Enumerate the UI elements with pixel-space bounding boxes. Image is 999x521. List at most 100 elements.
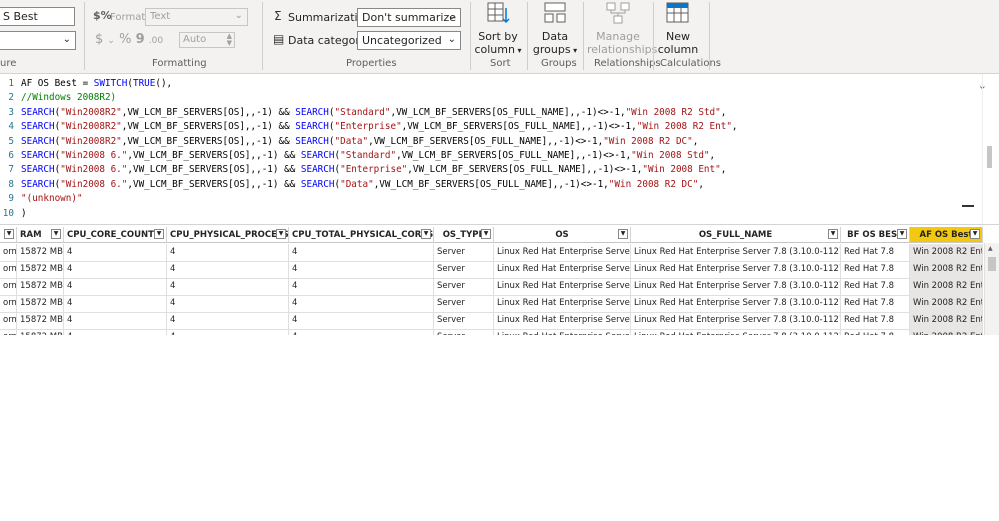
filter-dropdown-icon[interactable]: ▼ <box>897 229 907 239</box>
table-cell[interactable]: 15872 MB <box>17 261 64 278</box>
table-cell[interactable]: 4 <box>167 329 289 335</box>
data-groups-button[interactable]: Data groups ▾ <box>531 2 579 57</box>
table-cell[interactable]: Server <box>434 261 494 278</box>
table-cell[interactable]: 4 <box>289 329 434 335</box>
table-cell[interactable]: Server <box>434 278 494 295</box>
table-cell[interactable]: Red Hat 7.8 <box>841 244 910 261</box>
table-cell[interactable]: Win 2008 R2 Ent <box>910 244 983 261</box>
filter-dropdown-icon[interactable]: ▼ <box>4 229 14 239</box>
table-cell[interactable]: Server <box>434 244 494 261</box>
table-cell[interactable]: Win 2008 R2 Ent <box>910 329 983 335</box>
table-cell[interactable]: Red Hat 7.8 <box>841 261 910 278</box>
table-cell[interactable]: orm <box>0 261 17 278</box>
column-header[interactable]: OS_FULL_NAME ▼ <box>631 227 841 243</box>
formula-line[interactable]: 3 SEARCH("Win2008R2",VW_LCM_BF_SERVERS[OS… <box>0 107 726 121</box>
table-cell[interactable]: Linux Red Hat Enterprise Server 7 <box>494 244 631 261</box>
percent-button[interactable]: % <box>119 32 131 47</box>
table-cell[interactable]: 4 <box>289 295 434 312</box>
format-select[interactable]: Text ⌄ <box>145 8 248 26</box>
table-row[interactable]: orm15872 MB444ServerLinux Red Hat Enterp… <box>0 295 983 313</box>
comma-button[interactable]: 9 <box>136 32 145 47</box>
formula-line[interactable]: 8 SEARCH("Win2008 6.",VW_LCM_BF_SERVERS[O… <box>0 179 704 193</box>
column-name-input[interactable]: S Best <box>0 7 75 26</box>
filter-dropdown-icon[interactable]: ▼ <box>481 229 491 239</box>
table-cell[interactable]: orm <box>0 244 17 261</box>
scrollbar-thumb[interactable] <box>988 257 996 271</box>
formula-line[interactable]: 6 SEARCH("Win2008 6.",VW_LCM_BF_SERVERS[O… <box>0 150 715 164</box>
chevron-down-icon[interactable]: ⌄ <box>107 36 115 46</box>
table-cell[interactable]: Linux Red Hat Enterprise Server 7 <box>494 278 631 295</box>
table-cell[interactable]: Red Hat 7.8 <box>841 329 910 335</box>
filter-dropdown-icon[interactable]: ▼ <box>154 229 164 239</box>
column-header[interactable]: ▼ <box>0 227 17 243</box>
table-cell[interactable]: 4 <box>289 261 434 278</box>
formula-scrollbar[interactable] <box>982 74 999 224</box>
spinner-icon[interactable]: ▲ ▼ <box>227 33 232 47</box>
table-cell[interactable]: 4 <box>289 312 434 329</box>
table-cell[interactable]: Linux Red Hat Enterprise Server 7 <box>494 312 631 329</box>
decimal-places-button[interactable]: .00 <box>149 36 163 46</box>
filter-dropdown-icon[interactable]: ▼ <box>51 229 61 239</box>
table-cell[interactable]: Win 2008 R2 Ent <box>910 312 983 329</box>
table-row[interactable]: orm15872 MB444ServerLinux Red Hat Enterp… <box>0 329 983 335</box>
formula-line[interactable]: 9 "(unknown)" <box>0 193 82 207</box>
table-cell[interactable]: 4 <box>64 312 167 329</box>
data-category-select[interactable]: Uncategorized ⌄ <box>357 31 461 50</box>
column-header[interactable]: CPU_PHYSICAL_PROCESSO ▼ <box>167 227 289 243</box>
formula-line[interactable]: 5 SEARCH("Win2008R2",VW_LCM_BF_SERVERS[OS… <box>0 136 698 150</box>
column-header[interactable]: BF OS BEST ▼ <box>841 227 910 243</box>
table-cell[interactable]: 4 <box>167 278 289 295</box>
summarization-select[interactable]: Don't summarize ⌄ <box>357 8 461 27</box>
table-cell[interactable]: 4 <box>289 244 434 261</box>
table-cell[interactable]: 15872 MB <box>17 295 64 312</box>
formula-line[interactable]: 4 SEARCH("Win2008R2",VW_LCM_BF_SERVERS[OS… <box>0 121 737 135</box>
column-header[interactable]: OS_TYPE ▼ <box>434 227 494 243</box>
table-cell[interactable]: Red Hat 7.8 <box>841 278 910 295</box>
column-header[interactable]: AF OS Best ▼ <box>910 227 983 243</box>
table-cell[interactable]: Server <box>434 312 494 329</box>
table-cell[interactable]: 4 <box>167 295 289 312</box>
table-cell[interactable]: Linux Red Hat Enterprise Server 7 <box>494 295 631 312</box>
new-column-button[interactable]: New column <box>657 2 699 56</box>
table-cell[interactable]: Linux Red Hat Enterprise Server 7 <box>494 329 631 335</box>
column-header[interactable]: CPU_CORE_COUNT ▼ <box>64 227 167 243</box>
table-row[interactable]: orm15872 MB444ServerLinux Red Hat Enterp… <box>0 278 983 296</box>
formula-line[interactable]: 2 //Windows 2008R2) <box>0 92 116 106</box>
table-cell[interactable]: orm <box>0 312 17 329</box>
manage-relationships-button[interactable]: Manage relationships <box>587 2 657 56</box>
table-cell[interactable]: Server <box>434 295 494 312</box>
scroll-up-icon[interactable]: ▲ <box>988 245 993 252</box>
sort-by-column-button[interactable]: Sort by column ▾ <box>474 2 522 57</box>
table-row[interactable]: orm15872 MB444ServerLinux Red Hat Enterp… <box>0 244 983 262</box>
table-cell[interactable]: 15872 MB <box>17 312 64 329</box>
column-header[interactable]: CPU_TOTAL_PHYSICAL_CORES ▼ <box>289 227 434 243</box>
table-row[interactable]: orm15872 MB444ServerLinux Red Hat Enterp… <box>0 261 983 279</box>
formula-line[interactable]: 1 AF OS Best = SWITCH(TRUE(), <box>0 78 172 92</box>
filter-dropdown-icon[interactable]: ▼ <box>970 229 980 239</box>
column-header[interactable]: RAM ▼ <box>17 227 64 243</box>
table-cell[interactable]: Win 2008 R2 Ent <box>910 295 983 312</box>
formula-line[interactable]: 10) <box>0 208 27 222</box>
filter-dropdown-icon[interactable]: ▼ <box>618 229 628 239</box>
table-cell[interactable]: 4 <box>64 295 167 312</box>
table-cell[interactable]: Win 2008 R2 Ent <box>910 278 983 295</box>
table-cell[interactable]: orm <box>0 329 17 335</box>
filter-dropdown-icon[interactable]: ▼ <box>421 229 431 239</box>
table-cell[interactable]: Server <box>434 329 494 335</box>
table-cell[interactable]: Red Hat 7.8 <box>841 312 910 329</box>
table-cell[interactable]: 4 <box>64 244 167 261</box>
table-cell[interactable]: 15872 MB <box>17 278 64 295</box>
table-cell[interactable]: 4 <box>64 329 167 335</box>
column-header[interactable]: OS ▼ <box>494 227 631 243</box>
filter-dropdown-icon[interactable]: ▼ <box>828 229 838 239</box>
table-cell[interactable]: Red Hat 7.8 <box>841 295 910 312</box>
table-cell[interactable]: Linux Red Hat Enterprise Server 7 <box>494 261 631 278</box>
table-cell[interactable]: 4 <box>64 261 167 278</box>
currency-button[interactable]: $ <box>95 32 103 47</box>
decimal-places-input[interactable]: Auto ▲ ▼ <box>179 32 235 48</box>
table-cell[interactable]: 15872 MB <box>17 244 64 261</box>
table-cell[interactable]: 4 <box>64 278 167 295</box>
table-cell[interactable]: orm <box>0 278 17 295</box>
formula-line[interactable]: 7 SEARCH("Win2008 6.",VW_LCM_BF_SERVERS[O… <box>0 164 726 178</box>
table-cell[interactable]: 4 <box>289 278 434 295</box>
